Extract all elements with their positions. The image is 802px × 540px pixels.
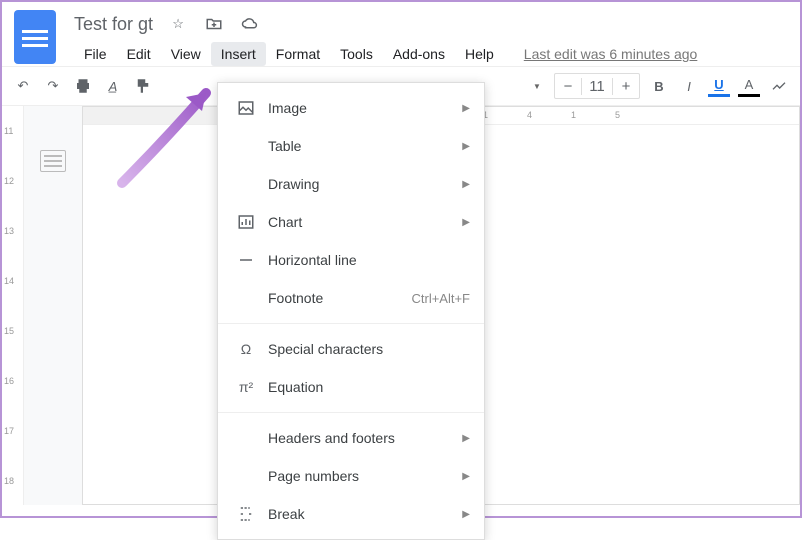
font-size-value[interactable]: 11 bbox=[581, 78, 613, 95]
pi-icon: π² bbox=[232, 379, 260, 395]
hruler-tick: 1 bbox=[571, 110, 576, 120]
menu-label: Footnote bbox=[260, 290, 411, 306]
menu-tools[interactable]: Tools bbox=[330, 42, 383, 66]
vruler-tick: 14 bbox=[4, 276, 14, 286]
font-size-dec[interactable]: − bbox=[555, 78, 581, 95]
menu-edit[interactable]: Edit bbox=[117, 42, 161, 66]
insert-footnote[interactable]: Footnote Ctrl+Alt+F bbox=[218, 279, 484, 317]
doc-title[interactable]: Test for gt bbox=[74, 14, 153, 35]
break-icon bbox=[232, 505, 260, 523]
omega-icon: Ω bbox=[232, 341, 260, 357]
menu-label: Table bbox=[260, 138, 462, 154]
vruler-tick: 15 bbox=[4, 326, 14, 336]
insert-image[interactable]: Image ▶ bbox=[218, 89, 484, 127]
vruler-tick: 12 bbox=[4, 176, 14, 186]
insert-menu-dropdown: Image ▶ Table ▶ Drawing ▶ Chart ▶ Horizo… bbox=[217, 82, 485, 540]
highlight-button[interactable] bbox=[768, 75, 790, 97]
undo-icon[interactable]: ↶ bbox=[12, 75, 34, 97]
chart-icon bbox=[232, 213, 260, 231]
chevron-right-icon: ▶ bbox=[462, 217, 470, 228]
text-color-button[interactable]: A bbox=[738, 75, 760, 97]
menu-label: Headers and footers bbox=[260, 430, 462, 446]
font-size-inc[interactable]: + bbox=[613, 78, 639, 95]
menu-separator bbox=[218, 323, 484, 324]
underline-button[interactable]: U bbox=[708, 75, 730, 97]
insert-equation[interactable]: π² Equation bbox=[218, 368, 484, 406]
vruler-tick: 17 bbox=[4, 426, 14, 436]
menu-separator bbox=[218, 412, 484, 413]
insert-break[interactable]: Break ▶ bbox=[218, 495, 484, 533]
menu-view[interactable]: View bbox=[161, 42, 211, 66]
menu-label: Image bbox=[260, 100, 462, 116]
menu-label: Special characters bbox=[260, 341, 470, 357]
hr-icon bbox=[232, 251, 260, 269]
cloud-saved-icon[interactable] bbox=[239, 13, 261, 35]
insert-drawing[interactable]: Drawing ▶ bbox=[218, 165, 484, 203]
menu-help[interactable]: Help bbox=[455, 42, 504, 66]
menu-label: Chart bbox=[260, 214, 462, 230]
print-icon[interactable] bbox=[72, 75, 94, 97]
menu-label: Equation bbox=[260, 379, 470, 395]
redo-icon[interactable]: ↷ bbox=[42, 75, 64, 97]
insert-page-numbers[interactable]: Page numbers ▶ bbox=[218, 457, 484, 495]
hruler-tick: 4 bbox=[527, 110, 532, 120]
vertical-ruler: 11 12 13 14 15 16 17 18 bbox=[2, 106, 24, 505]
font-size-stepper: − 11 + bbox=[554, 73, 640, 99]
vruler-tick: 18 bbox=[4, 476, 14, 486]
document-gutter bbox=[24, 106, 82, 505]
bold-button[interactable]: B bbox=[648, 75, 670, 97]
menu-shortcut: Ctrl+Alt+F bbox=[411, 291, 470, 306]
menu-label: Drawing bbox=[260, 176, 462, 192]
insert-table[interactable]: Table ▶ bbox=[218, 127, 484, 165]
move-folder-icon[interactable] bbox=[203, 13, 225, 35]
chevron-right-icon: ▶ bbox=[462, 179, 470, 190]
spellcheck-icon[interactable]: A̲ bbox=[102, 75, 124, 97]
insert-chart[interactable]: Chart ▶ bbox=[218, 203, 484, 241]
chevron-right-icon: ▶ bbox=[462, 471, 470, 482]
star-icon[interactable]: ☆ bbox=[167, 13, 189, 35]
outline-icon[interactable] bbox=[40, 150, 66, 172]
hruler-tick: 5 bbox=[615, 110, 620, 120]
font-dropdown[interactable] bbox=[524, 75, 546, 97]
vruler-tick: 13 bbox=[4, 226, 14, 236]
menu-format[interactable]: Format bbox=[266, 42, 330, 66]
menu-label: Page numbers bbox=[260, 468, 462, 484]
image-icon bbox=[232, 99, 260, 117]
menu-insert[interactable]: Insert bbox=[211, 42, 266, 66]
menu-bar: File Edit View Insert Format Tools Add-o… bbox=[74, 42, 788, 66]
chevron-right-icon: ▶ bbox=[462, 141, 470, 152]
menu-addons[interactable]: Add-ons bbox=[383, 42, 455, 66]
italic-button[interactable]: I bbox=[678, 75, 700, 97]
last-edit-link[interactable]: Last edit was 6 minutes ago bbox=[524, 46, 698, 62]
insert-special-chars[interactable]: Ω Special characters bbox=[218, 330, 484, 368]
chevron-right-icon: ▶ bbox=[462, 103, 470, 114]
menu-label: Break bbox=[260, 506, 462, 522]
vruler-tick: 16 bbox=[4, 376, 14, 386]
insert-headers-footers[interactable]: Headers and footers ▶ bbox=[218, 419, 484, 457]
paint-format-icon[interactable] bbox=[132, 75, 154, 97]
menu-file[interactable]: File bbox=[74, 42, 117, 66]
app-header: Test for gt ☆ File Edit View Insert Form… bbox=[2, 2, 800, 66]
docs-logo-icon[interactable] bbox=[14, 10, 56, 64]
vruler-tick: 11 bbox=[4, 126, 13, 136]
chevron-right-icon: ▶ bbox=[462, 433, 470, 444]
insert-hr[interactable]: Horizontal line bbox=[218, 241, 484, 279]
menu-label: Horizontal line bbox=[260, 252, 470, 268]
